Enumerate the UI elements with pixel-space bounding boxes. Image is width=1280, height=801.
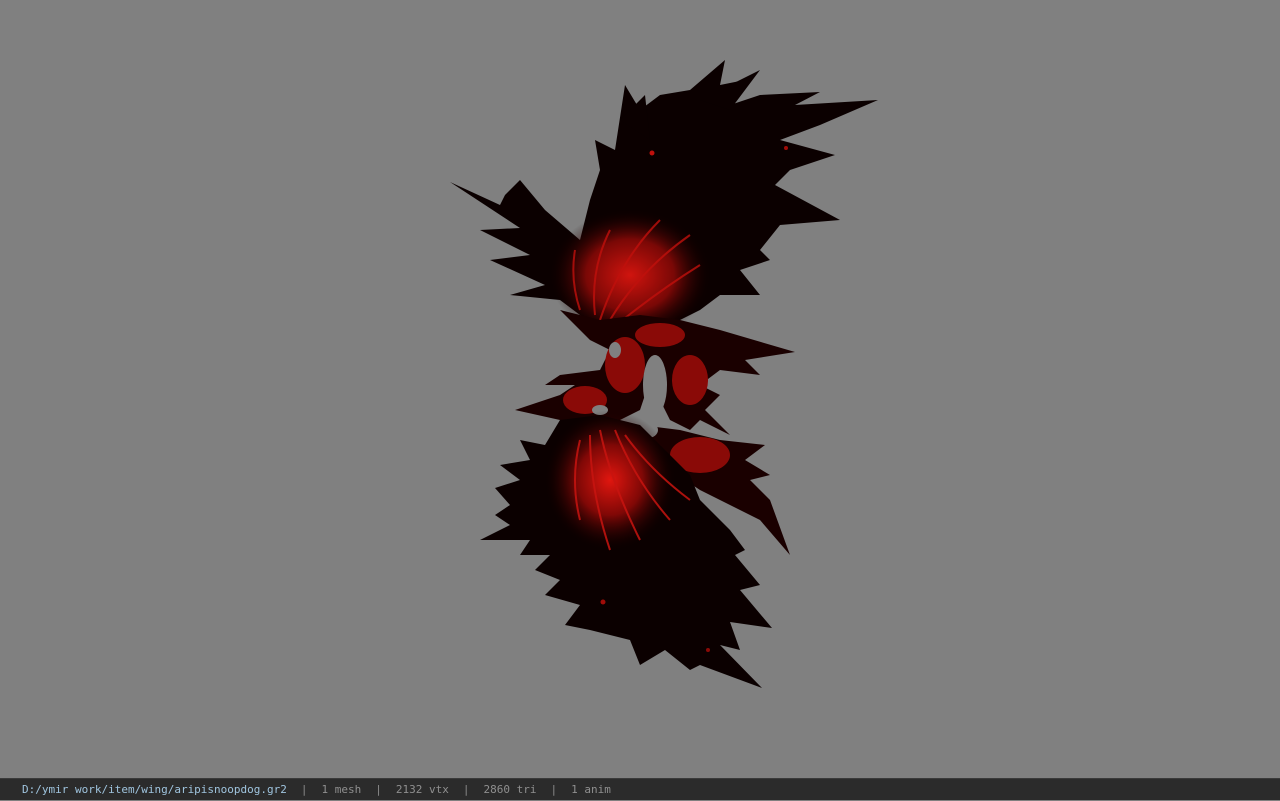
lower-wing-feather-glow xyxy=(545,410,675,550)
mesh-count: 1 mesh xyxy=(321,783,362,796)
anim-count: 1 anim xyxy=(571,783,611,796)
file-path: D:/ymir work/item/wing/aripisnoopdog.gr2 xyxy=(22,783,287,796)
status-bar: D:/ymir work/item/wing/aripisnoopdog.gr2… xyxy=(0,778,1280,800)
vertex-count: 2132 vtx xyxy=(395,783,449,796)
separator: | xyxy=(300,783,308,796)
wing-model-render xyxy=(450,60,878,688)
triangle-count: 2860 tri xyxy=(483,783,537,796)
3d-viewport[interactable] xyxy=(0,0,1280,778)
separator: | xyxy=(550,783,558,796)
separator: | xyxy=(462,783,470,796)
separator: | xyxy=(375,783,382,796)
